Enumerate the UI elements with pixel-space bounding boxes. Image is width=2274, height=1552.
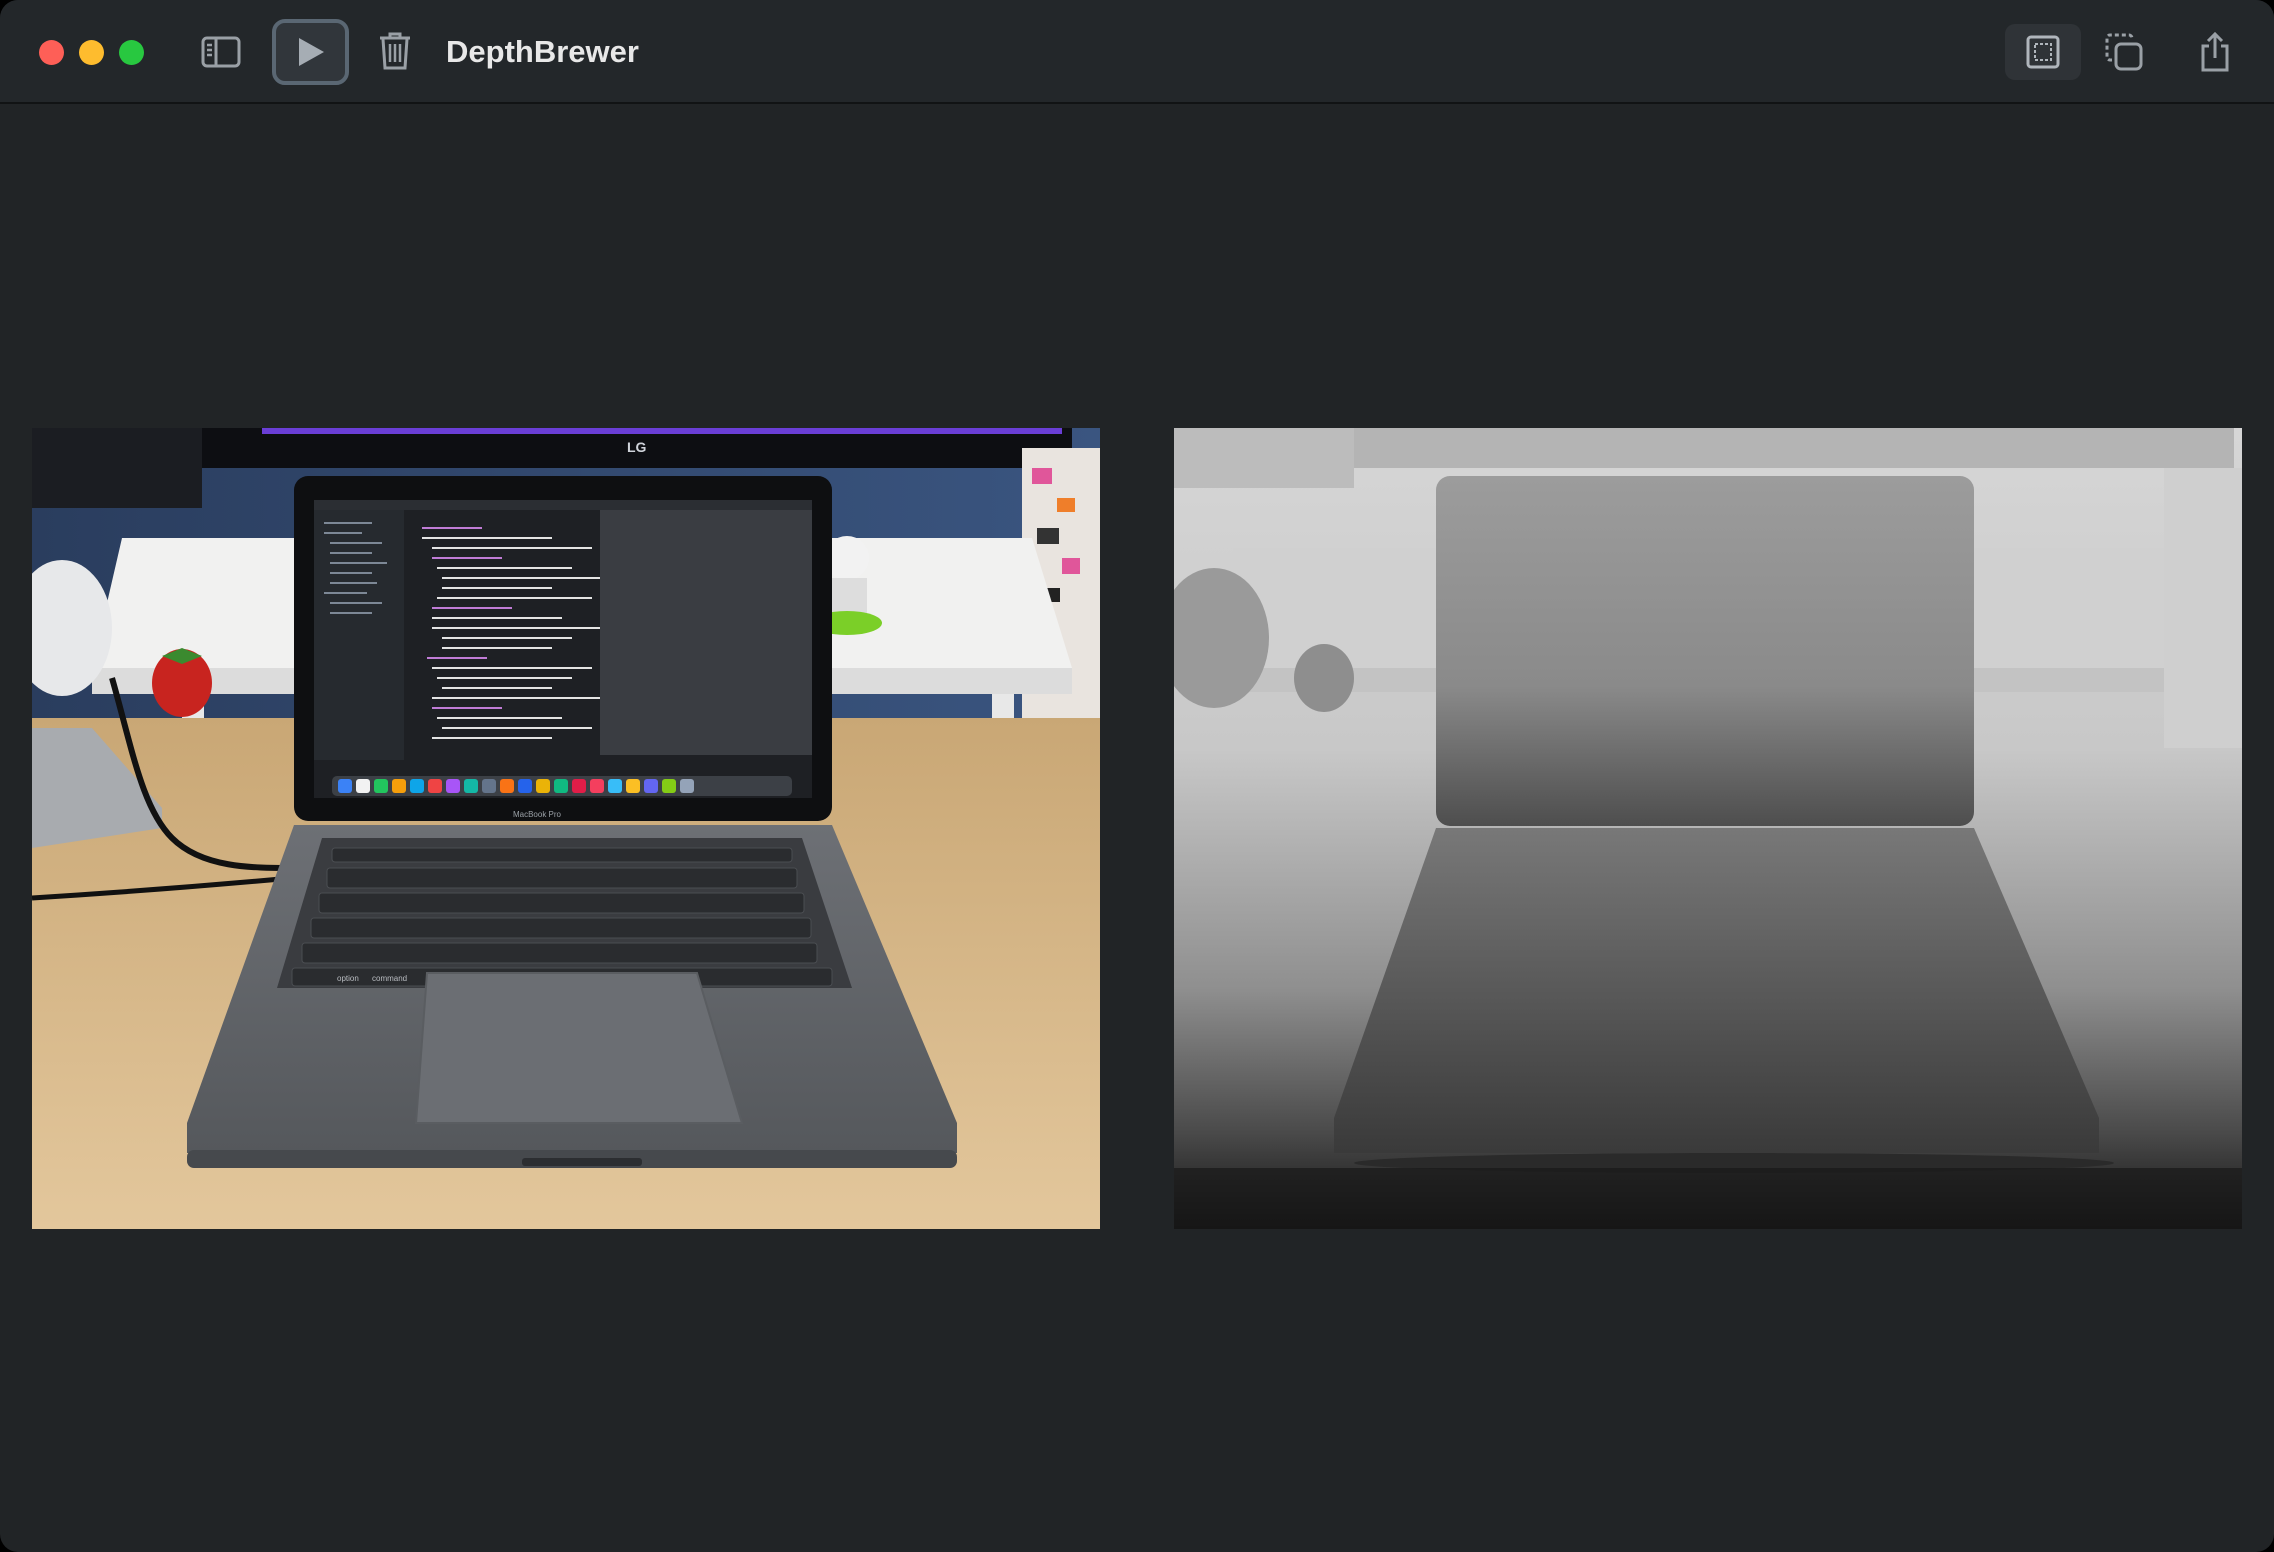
fit-view-button[interactable] [2005,24,2081,80]
copy-icon [2105,33,2143,71]
trash-icon [380,32,410,70]
laptop-model-label: MacBook Pro [513,810,562,819]
toggle-sidebar-button[interactable] [196,30,246,74]
run-button[interactable] [272,19,349,85]
viewfinder-icon [2026,35,2060,69]
share-button[interactable] [2189,24,2241,80]
command-key-label-left: command [372,974,407,983]
play-icon [298,38,324,66]
source-image: LG MacBook Pro option command [32,428,1100,1229]
share-icon [2201,31,2229,72]
option-key-label: option [337,974,359,983]
delete-button[interactable] [372,28,418,74]
app-window: DepthBrewer LG MacBook Pro option comman… [0,0,2274,1552]
depth-map-image [1174,428,2242,1229]
zoom-window-button[interactable] [119,40,144,65]
sidebar-left-icon [201,36,241,68]
titlebar: DepthBrewer [0,0,2274,104]
close-window-button[interactable] [39,40,64,65]
grayscale-depth-map [1174,428,2242,1229]
monitor-brand-label: LG [627,439,647,455]
photo-laptop-on-desk: LG MacBook Pro option command [32,428,1100,1229]
minimize-window-button[interactable] [79,40,104,65]
duplicate-button[interactable] [2098,26,2150,78]
window-title: DepthBrewer [446,34,639,69]
